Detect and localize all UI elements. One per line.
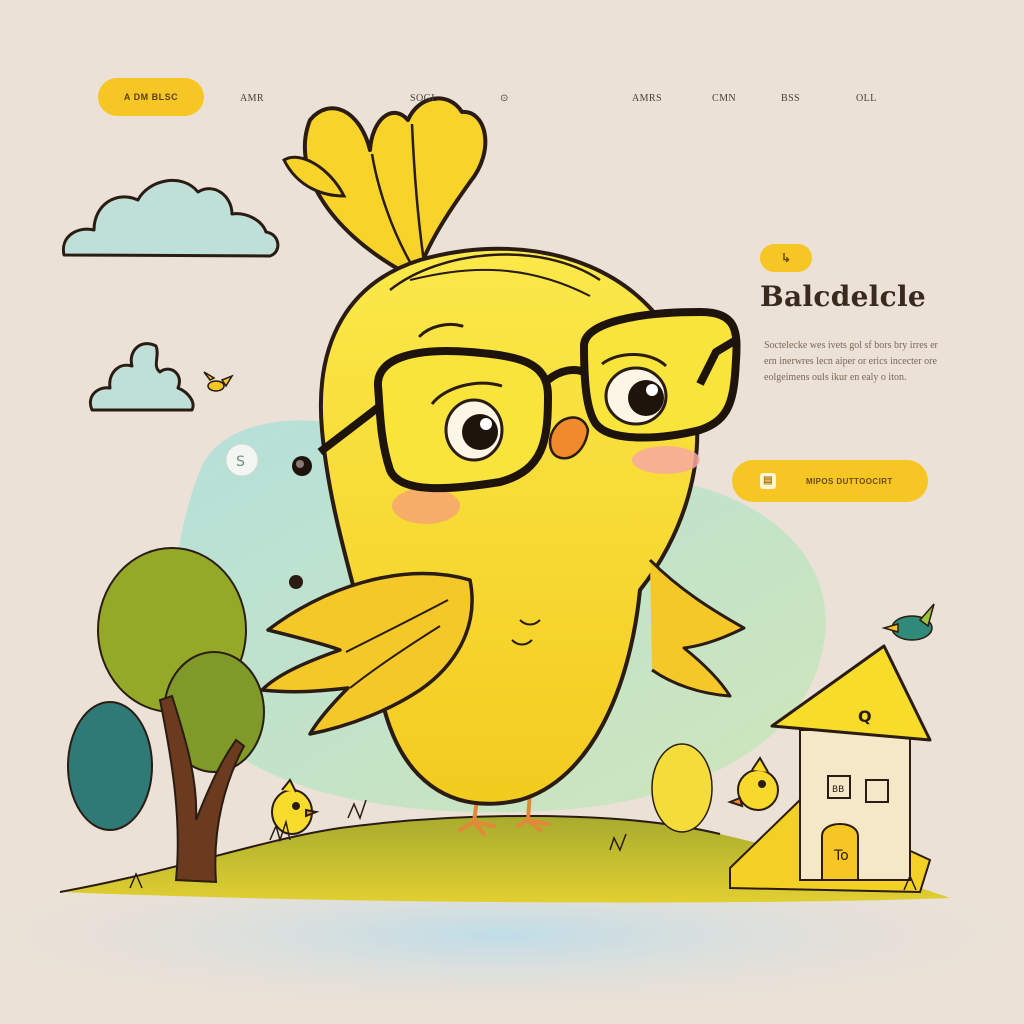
landing-page: Q BB To S A DM BLSC AMR SOGL ⊙ AMRS CMN … bbox=[0, 0, 1024, 1024]
egg bbox=[651, 743, 713, 833]
nav-link-6[interactable]: BSS bbox=[781, 93, 800, 104]
house-roof-label: Q bbox=[858, 707, 872, 726]
black-dot bbox=[289, 575, 303, 589]
document-icon: ▤ bbox=[760, 473, 776, 489]
nav-link-7[interactable]: OLL bbox=[856, 93, 877, 104]
hero-title: Balcdelcle bbox=[760, 280, 927, 313]
cta-button-label: MIPOS DUTTOOCIRT bbox=[806, 476, 893, 486]
roof-bird bbox=[881, 603, 935, 641]
chick-illustration: Q BB To S bbox=[0, 96, 1020, 1010]
nav-link-1[interactable]: AMR bbox=[240, 93, 264, 104]
nav-link-5[interactable]: CMN bbox=[712, 93, 736, 104]
nav-link-2[interactable]: SOGL bbox=[410, 93, 438, 104]
tree bbox=[67, 547, 265, 884]
baby-chick-right bbox=[727, 756, 779, 811]
cta-button[interactable]: ▤ MIPOS DUTTOOCIRT bbox=[732, 460, 928, 502]
nav-primary-button[interactable]: A DM BLSC bbox=[98, 78, 204, 116]
house-window-label: BB bbox=[832, 785, 844, 795]
nav-link-4[interactable]: AMRS bbox=[632, 93, 662, 104]
svg-text:S: S bbox=[236, 454, 245, 470]
house-door-label: To bbox=[833, 848, 849, 864]
cloud-large bbox=[61, 178, 280, 258]
small-flying-bird bbox=[203, 371, 234, 392]
hero-tag-badge: ↳ bbox=[760, 244, 812, 272]
hero-description: Soctelecke wes ivets gol sf bors bry irr… bbox=[764, 340, 938, 383]
nav-link-3-icon[interactable]: ⊙ bbox=[500, 93, 509, 104]
speech-bubble: S bbox=[225, 443, 259, 477]
cloud-small bbox=[89, 342, 195, 412]
